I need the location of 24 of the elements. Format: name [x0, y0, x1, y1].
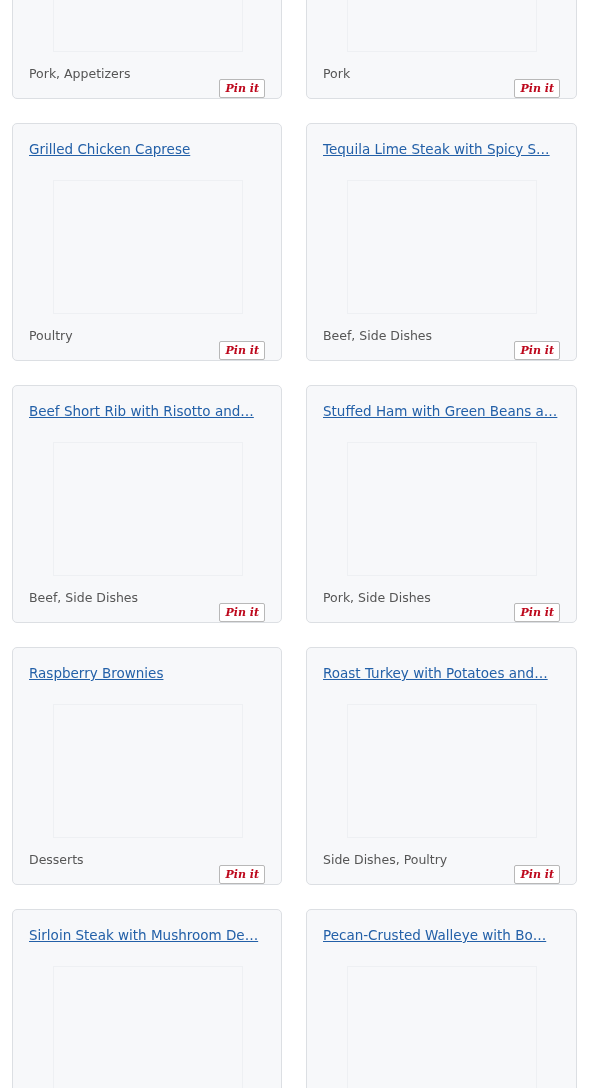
- recipe-tags: Poultry: [29, 328, 73, 344]
- recipe-tags: Pork, Side Dishes: [323, 590, 431, 606]
- recipe-title-link[interactable]: Grilled Chicken Caprese: [29, 140, 191, 157]
- recipe-title-link[interactable]: Sirloin Steak with Mushroom De…: [29, 926, 259, 943]
- recipe-title-link[interactable]: Tequila Lime Steak with Spicy S…: [323, 140, 550, 157]
- pin-it-button[interactable]: Pin it: [219, 79, 265, 99]
- pin-it-button[interactable]: Pin it: [514, 603, 560, 623]
- recipe-tags: Side Dishes, Poultry: [323, 852, 448, 868]
- pin-it-button[interactable]: Pin it: [219, 865, 265, 885]
- pin-it-button[interactable]: Pin it: [219, 603, 265, 623]
- pin-it-button[interactable]: Pin it: [219, 341, 265, 361]
- recipe-title-link[interactable]: Pecan-Crusted Walleye with Bo…: [323, 926, 547, 943]
- recipe-title-link[interactable]: Beef Short Rib with Risotto and…: [29, 402, 254, 419]
- pin-it-button[interactable]: Pin it: [514, 341, 560, 361]
- recipe-title-link[interactable]: Roast Turkey with Potatoes and…: [323, 664, 548, 681]
- pin-it-button[interactable]: Pin it: [514, 79, 560, 99]
- recipe-tags: Pork: [323, 66, 351, 82]
- recipe-title-link[interactable]: Stuffed Ham with Green Beans a…: [323, 402, 558, 419]
- pin-it-button[interactable]: Pin it: [514, 865, 560, 885]
- recipe-tags: Beef, Side Dishes: [323, 328, 433, 344]
- recipe-tags: Desserts: [29, 852, 84, 868]
- recipe-title-link[interactable]: Raspberry Brownies: [29, 664, 164, 681]
- recipe-tags: Beef, Side Dishes: [29, 590, 139, 606]
- recipe-tags: Pork, Appetizers: [29, 66, 131, 82]
